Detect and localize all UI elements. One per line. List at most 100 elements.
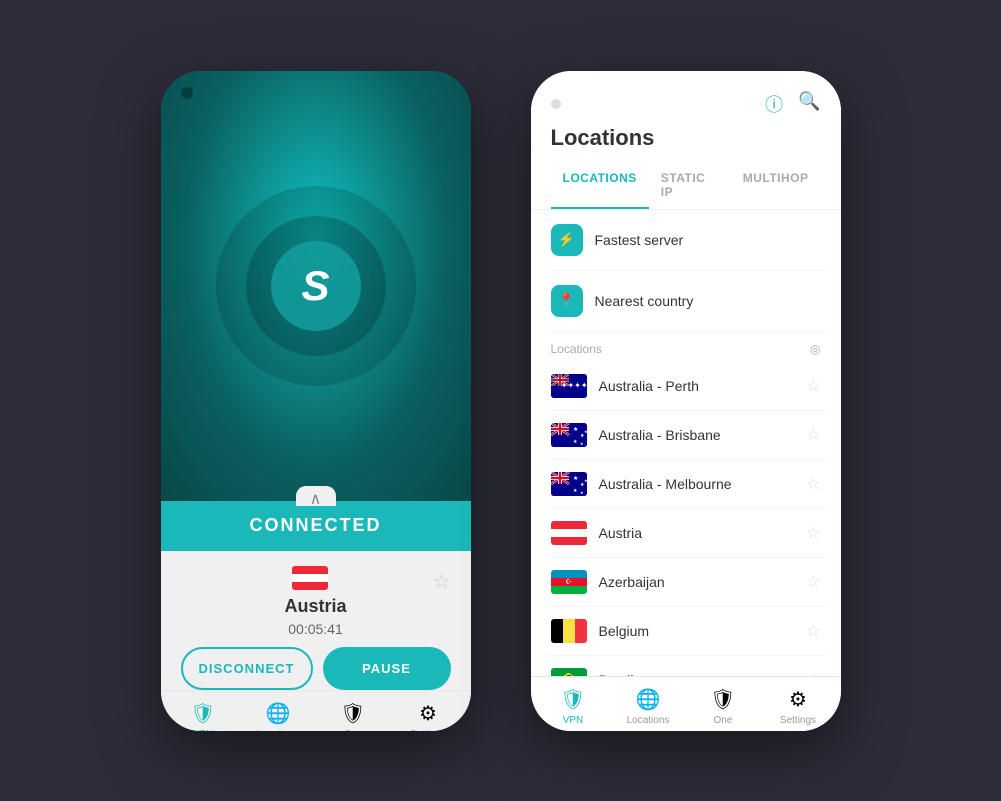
- connection-timer: 00:05:41: [288, 621, 343, 637]
- info-icon[interactable]: ⓘ: [765, 91, 783, 117]
- list-item[interactable]: Austria ☆: [546, 509, 826, 558]
- flag-brazil: [551, 668, 587, 676]
- bottom-nav-2: 🛡 VPN 🌐 Locations 🛡 One ⚙ Settings: [531, 676, 841, 731]
- lightning-icon: ⚡: [551, 224, 583, 256]
- section-header: Locations ◎: [546, 332, 826, 362]
- list-item[interactable]: ☪ Azerbaijan ☆: [546, 558, 826, 607]
- locations-list: ⚡ Fastest server 📍 Nearest country Locat…: [531, 210, 841, 676]
- bottom-nav: 🛡 VPN 🌐 Locations 🛡 One ⚙ Settings: [161, 690, 471, 731]
- svg-text:★: ★: [573, 426, 578, 433]
- star-icon[interactable]: ☆: [806, 621, 820, 641]
- logo-center: S: [271, 241, 361, 331]
- target-icon: ◎: [810, 342, 820, 356]
- locations-header: ⓘ 🔍 Locations LOCATIONS STATIC IP MULTIH…: [531, 71, 841, 210]
- search-icon[interactable]: 🔍: [798, 91, 820, 117]
- phone-top-area: S: [161, 71, 471, 501]
- nav-settings-label: Settings: [410, 729, 446, 731]
- tab-multihop[interactable]: MULTIHOP: [731, 163, 821, 209]
- location-name: Australia - Perth: [599, 378, 807, 394]
- action-buttons: DISCONNECT PAUSE: [161, 647, 471, 690]
- location-name: Belgium: [599, 623, 807, 639]
- nav-vpn[interactable]: 🛡 VPN: [176, 701, 231, 731]
- section-label: Locations: [551, 342, 602, 356]
- nav-vpn-label: VPN: [193, 729, 214, 731]
- favorite-star-icon[interactable]: ☆: [433, 569, 451, 594]
- flag-austria: [551, 521, 587, 545]
- list-item[interactable]: ★★★★★ Australia - Brisbane ☆: [546, 411, 826, 460]
- list-item[interactable]: Brazil ☆: [546, 656, 826, 676]
- star-icon[interactable]: ☆: [806, 425, 820, 445]
- nav-one[interactable]: 🛡 One: [326, 701, 381, 731]
- phone-bottom-area: ∧ CONNECTED ☆ Austria 00:05:41 DISCONNEC…: [161, 501, 471, 731]
- flag-australia-brisbane: ★★★★★: [551, 423, 587, 447]
- list-item[interactable]: Belgium ☆: [546, 607, 826, 656]
- star-icon[interactable]: ☆: [806, 474, 820, 494]
- country-flag: [292, 566, 328, 590]
- svg-text:★: ★: [573, 475, 578, 482]
- svg-text:★: ★: [573, 488, 578, 494]
- connected-bar: ∧ CONNECTED: [161, 501, 471, 551]
- phone-locations: ⓘ 🔍 Locations LOCATIONS STATIC IP MULTIH…: [531, 71, 841, 731]
- svg-text:★: ★: [573, 439, 578, 445]
- nearest-country-label: Nearest country: [595, 293, 694, 309]
- flag-belgium: [551, 619, 587, 643]
- nav2-vpn-label: VPN: [563, 715, 584, 726]
- globe-icon: 🌐: [266, 701, 291, 726]
- flag-australia-melbourne: ★★★★★: [551, 472, 587, 496]
- one-icon: 🛡: [340, 701, 365, 726]
- location-name: Austria: [599, 525, 807, 541]
- gear-icon-2: ⚙: [789, 687, 807, 712]
- flag-australia-perth: ✦✦✦✦✦: [551, 374, 587, 398]
- star-icon[interactable]: ☆: [806, 376, 820, 396]
- logo-inner-circle: S: [246, 216, 386, 356]
- one-icon-2: 🛡: [710, 687, 735, 712]
- shield-icon: 🛡: [190, 701, 215, 726]
- nav-locations-label: Locations: [257, 729, 300, 731]
- page-title: Locations: [551, 125, 821, 151]
- nav2-locations-label: Locations: [627, 715, 670, 726]
- fastest-server-item[interactable]: ⚡ Fastest server: [546, 210, 826, 271]
- chevron-up-icon: ∧: [310, 489, 322, 509]
- star-icon[interactable]: ☆: [806, 523, 820, 543]
- nav2-settings-label: Settings: [780, 715, 816, 726]
- nav2-settings[interactable]: ⚙ Settings: [771, 687, 826, 726]
- camera-dot-2: [551, 99, 561, 109]
- list-item[interactable]: ★★★★★ Australia - Melbourne ☆: [546, 460, 826, 509]
- location-name: Azerbaijan: [599, 574, 807, 590]
- location-name: Australia - Brisbane: [599, 427, 807, 443]
- svg-text:★: ★: [580, 441, 584, 446]
- surfshark-logo: S: [301, 262, 329, 310]
- nav2-vpn[interactable]: 🛡 VPN: [546, 687, 601, 726]
- nav2-one[interactable]: 🛡 One: [696, 687, 751, 726]
- nearest-country-item[interactable]: 📍 Nearest country: [546, 271, 826, 332]
- svg-text:★: ★: [580, 490, 584, 495]
- connection-status: CONNECTED: [249, 515, 381, 536]
- tabs-row: LOCATIONS STATIC IP MULTIHOP: [531, 163, 841, 210]
- nav2-locations[interactable]: 🌐 Locations: [621, 687, 676, 726]
- nav-settings[interactable]: ⚙ Settings: [401, 701, 456, 731]
- nav2-one-label: One: [714, 715, 733, 726]
- list-item[interactable]: ✦✦✦✦✦ Australia - Perth ☆: [546, 362, 826, 411]
- header-top-row: ⓘ 🔍: [551, 91, 821, 117]
- nav-one-label: One: [344, 729, 363, 731]
- pause-button[interactable]: PAUSE: [323, 647, 451, 690]
- pin-icon: 📍: [551, 285, 583, 317]
- disconnect-button[interactable]: DISCONNECT: [181, 647, 313, 690]
- globe-icon-2: 🌐: [636, 687, 661, 712]
- location-name: Australia - Melbourne: [599, 476, 807, 492]
- header-icons: ⓘ 🔍: [765, 91, 820, 117]
- flag-azerbaijan: ☪: [551, 570, 587, 594]
- nav-locations[interactable]: 🌐 Locations: [251, 701, 306, 731]
- svg-text:★: ★: [584, 478, 587, 483]
- tab-locations[interactable]: LOCATIONS: [551, 163, 649, 209]
- svg-text:★: ★: [584, 429, 587, 434]
- phone-connected: S ∧ CONNECTED ☆ Austria 00:05:41: [161, 71, 471, 731]
- shield-icon-2: 🛡: [560, 687, 585, 712]
- country-name: Austria: [284, 596, 346, 617]
- logo-outer-circle: S: [216, 186, 416, 386]
- star-icon[interactable]: ☆: [806, 572, 820, 592]
- tab-static-ip[interactable]: STATIC IP: [649, 163, 731, 209]
- camera-dot: [181, 87, 193, 99]
- fastest-server-label: Fastest server: [595, 232, 684, 248]
- gear-icon: ⚙: [419, 701, 437, 726]
